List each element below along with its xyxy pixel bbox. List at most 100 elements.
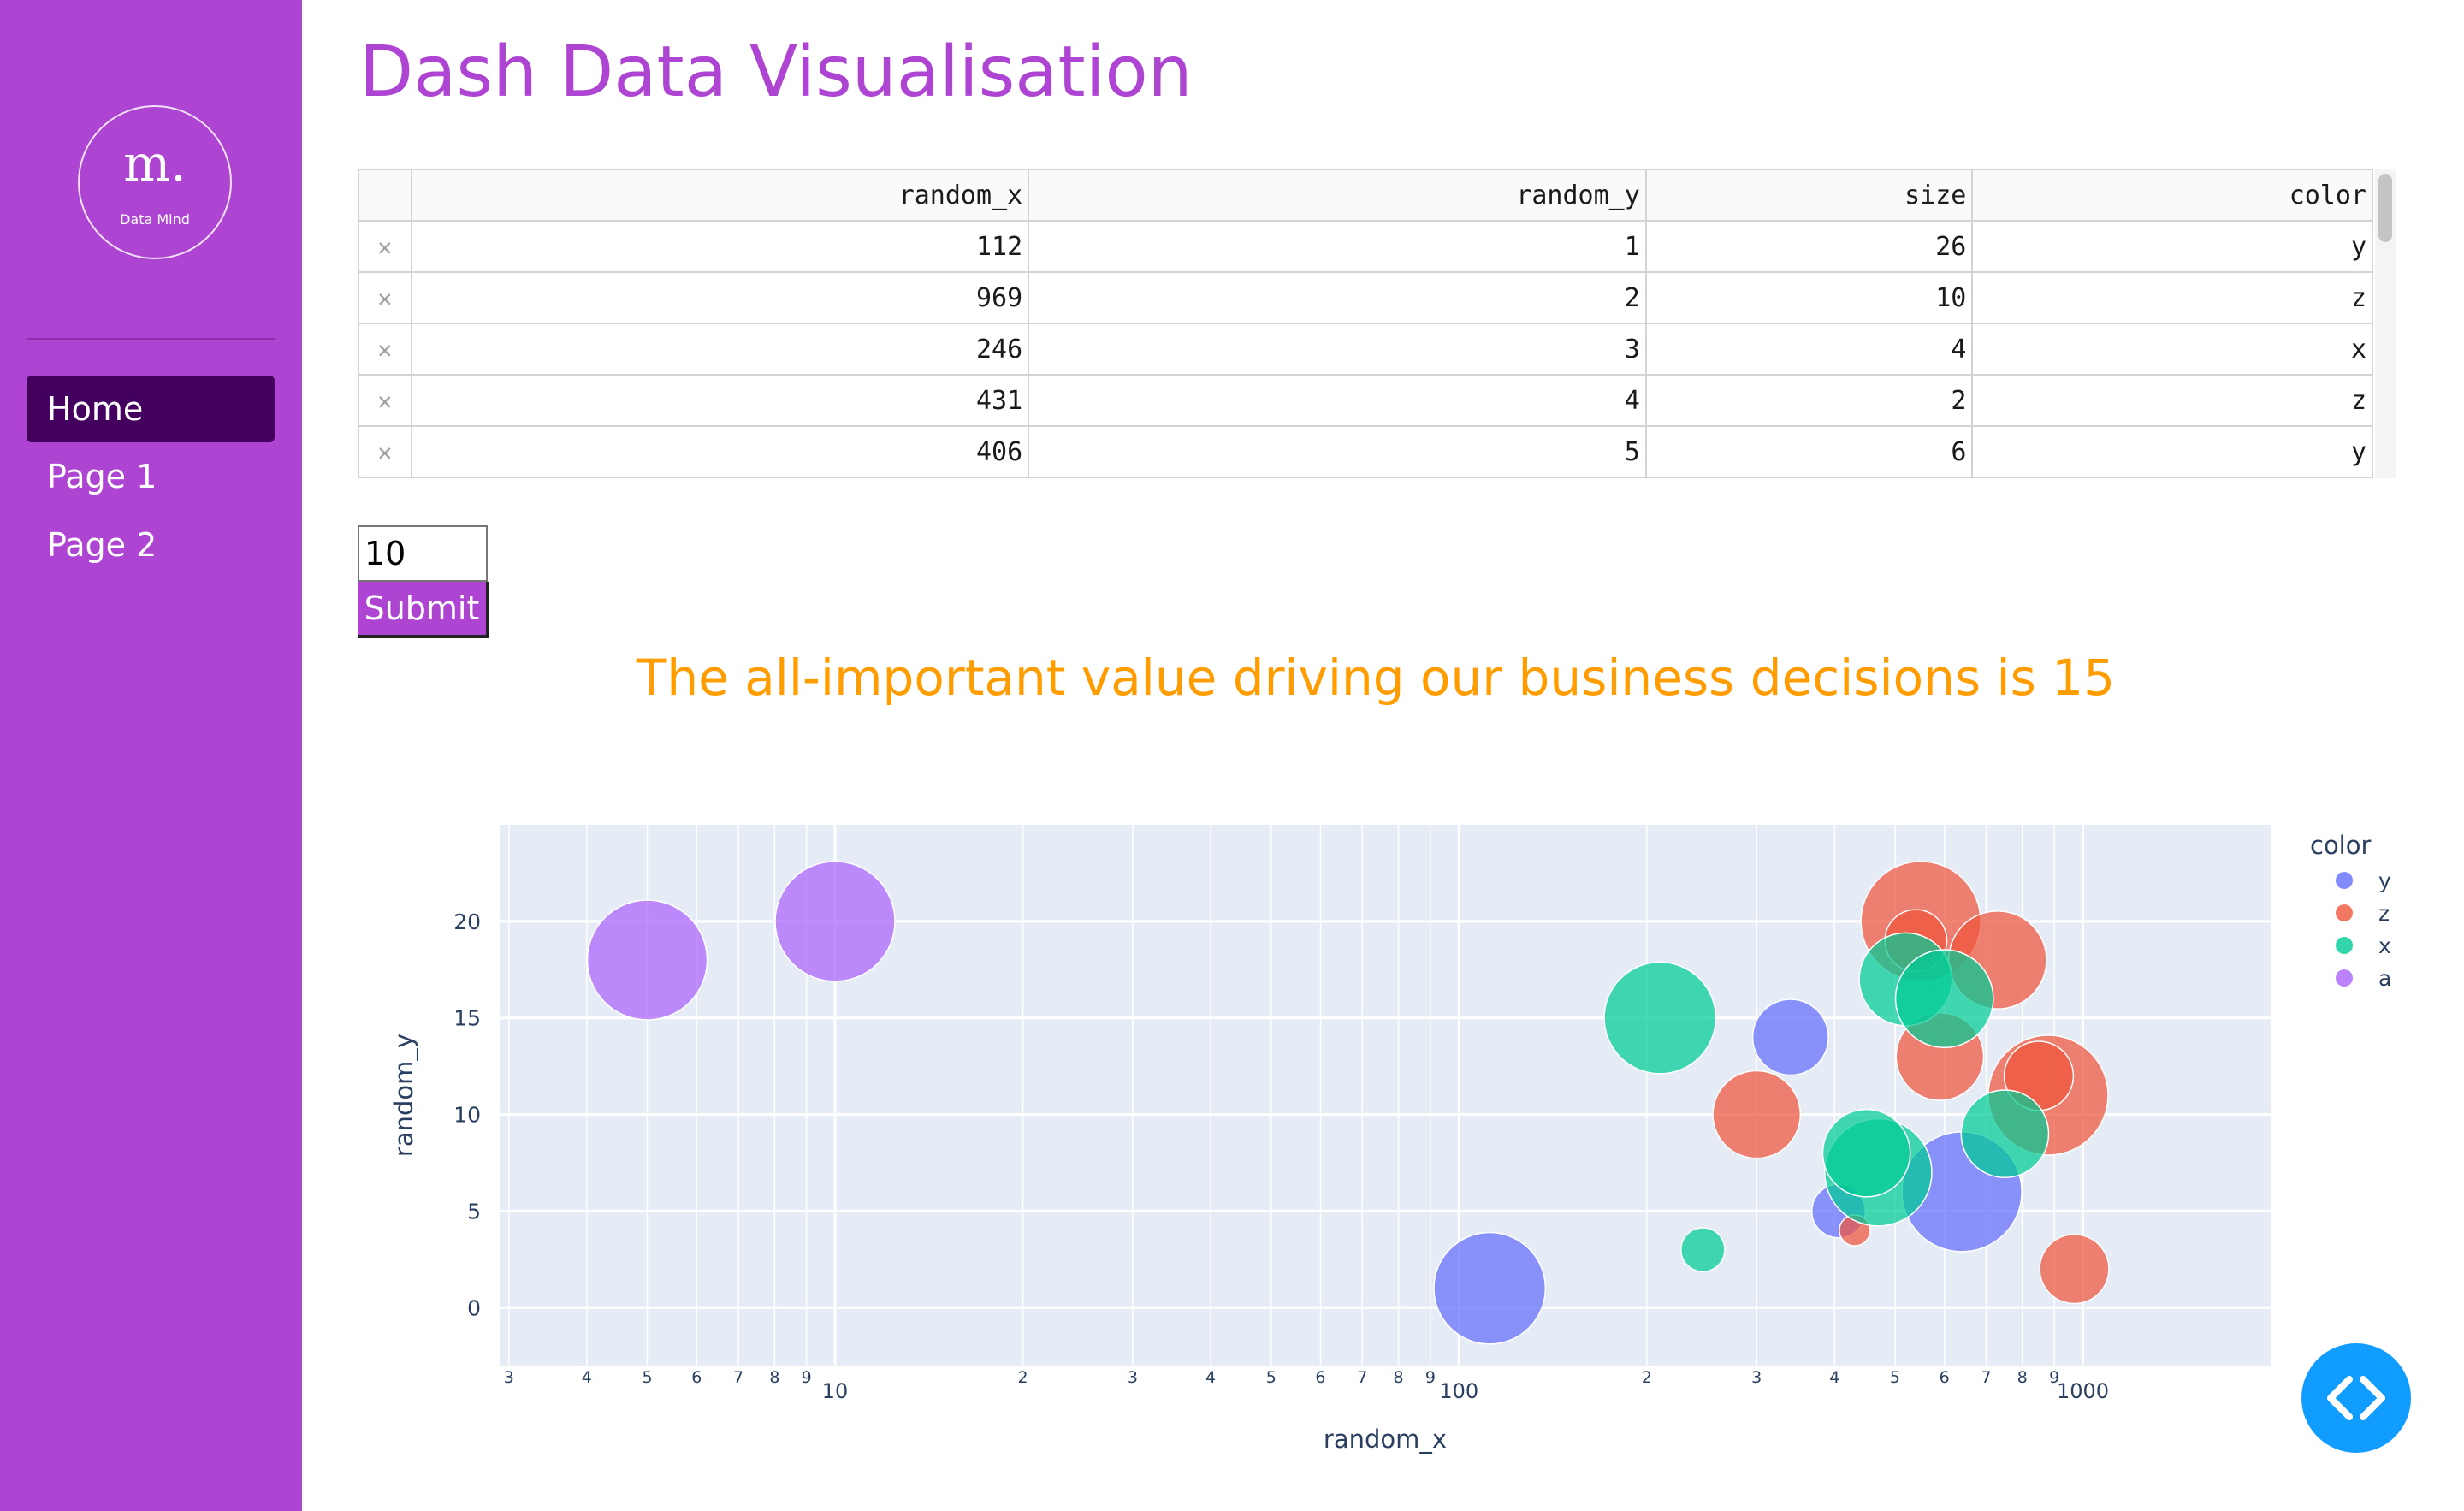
x-major-tick-label: 10: [822, 1379, 849, 1403]
y-tick-label: 5: [467, 1199, 481, 1224]
y-axis-title: random_y: [389, 1034, 418, 1157]
x-minor-tick-label: 3: [1128, 1368, 1138, 1387]
x-minor-tick-label: 4: [582, 1368, 592, 1387]
dev-tools-button[interactable]: [2301, 1343, 2411, 1453]
legend-marker: [2336, 872, 2353, 889]
column-header-random-y[interactable]: random_y: [1028, 169, 1647, 222]
bubble-point: [1603, 961, 1717, 1075]
legend-label: z: [2378, 901, 2390, 926]
table-cell[interactable]: 10: [1644, 271, 1974, 324]
x-minor-tick-label: 5: [1266, 1368, 1276, 1387]
delete-row-icon[interactable]: ✕: [358, 323, 412, 376]
x-minor-tick-label: 5: [642, 1368, 652, 1387]
logo-mark: m.: [123, 134, 187, 193]
bubble-point: [1751, 998, 1829, 1076]
column-header-size[interactable]: size: [1644, 169, 1974, 222]
nav-item-page-1[interactable]: Page 1: [27, 443, 275, 510]
x-major-tick-label: 100: [1439, 1379, 1478, 1403]
x-axis-title: random_x: [1324, 1425, 1447, 1454]
table-row: ✕ 406 5 6 y: [358, 425, 2373, 478]
table-row: ✕ 969 2 10 z: [358, 271, 2373, 324]
x-minor-tick-label: 9: [1425, 1368, 1436, 1387]
legend-label: x: [2378, 933, 2391, 958]
x-minor-tick-label: 4: [1829, 1368, 1839, 1387]
legend-marker: [2336, 969, 2353, 987]
sidebar: m. Data Mind Home Page 1 Page 2: [0, 0, 302, 1511]
table-cell[interactable]: 4: [1028, 374, 1647, 427]
y-tick-label: 0: [467, 1295, 481, 1320]
table-scroll-thumb[interactable]: [2378, 174, 2392, 242]
table-cell[interactable]: z: [1971, 374, 2373, 427]
table-cell[interactable]: 5: [1028, 425, 1647, 478]
data-table-grid: random_x random_y size color ✕ 112 1 26 …: [358, 169, 2373, 478]
bubble-point: [2039, 1233, 2110, 1305]
table-cell[interactable]: 246: [410, 323, 1030, 376]
table-cell[interactable]: 6: [1644, 425, 1974, 478]
x-minor-tick-label: 8: [2017, 1368, 2028, 1387]
x-minor-tick-label: 6: [1940, 1368, 1950, 1387]
column-header-random-x[interactable]: random_x: [410, 169, 1030, 222]
bubble-chart[interactable]: 051015203 4 5 6 7 8 9 2 3 4 5 6 7 8 9 2 3 4 5 6 7 8 910 100 1000…: [359, 753, 2438, 1463]
table-scrollbar[interactable]: [2375, 169, 2396, 478]
table-row: ✕ 112 1 26 y: [358, 220, 2373, 273]
table-cell[interactable]: 4: [1644, 323, 1974, 376]
delete-row-icon[interactable]: ✕: [358, 425, 412, 478]
bubble-point: [1712, 1070, 1802, 1159]
table-cell[interactable]: x: [1971, 323, 2373, 376]
table-cell[interactable]: y: [1971, 220, 2373, 273]
bubble-point: [1894, 949, 1994, 1049]
page-title: Dash Data Visualisation: [359, 32, 1193, 113]
bubble-point: [586, 899, 708, 1021]
x-minor-tick-label: 7: [1357, 1368, 1367, 1387]
x-minor-tick-label: 2: [1642, 1368, 1652, 1387]
table-cell[interactable]: 1: [1028, 220, 1647, 273]
submit-button[interactable]: Submit: [358, 582, 489, 638]
value-input[interactable]: [358, 525, 488, 582]
table-cell[interactable]: 2: [1644, 374, 1974, 427]
delete-row-icon[interactable]: ✕: [358, 220, 412, 273]
nav-item-home[interactable]: Home: [27, 376, 275, 442]
y-tick-label: 10: [453, 1103, 481, 1128]
table-cell[interactable]: z: [1971, 271, 2373, 324]
table-row: ✕ 246 3 4 x: [358, 323, 2373, 376]
table-cell[interactable]: 3: [1028, 323, 1647, 376]
code-brackets-icon: [2327, 1376, 2385, 1420]
x-minor-tick-label: 8: [769, 1368, 779, 1387]
x-minor-tick-label: 6: [691, 1368, 702, 1387]
y-tick-label: 15: [453, 1006, 481, 1031]
table-cell[interactable]: 2: [1028, 271, 1647, 324]
x-minor-tick-label: 6: [1315, 1368, 1325, 1387]
nav-item-page-2[interactable]: Page 2: [27, 512, 275, 578]
legend-marker: [2336, 904, 2353, 921]
x-minor-tick-label: 7: [1981, 1368, 1991, 1387]
legend-marker: [2336, 937, 2353, 954]
x-major-tick-label: 1000: [2057, 1379, 2109, 1403]
delete-row-icon[interactable]: ✕: [358, 374, 412, 427]
bubble-point: [1433, 1231, 1547, 1345]
x-minor-tick-label: 3: [1751, 1368, 1762, 1387]
bubble-point: [1821, 1108, 1911, 1198]
x-minor-tick-label: 7: [733, 1368, 743, 1387]
legend-title: color: [2310, 831, 2371, 860]
x-minor-tick-label: 9: [802, 1368, 812, 1387]
delete-row-icon[interactable]: ✕: [358, 271, 412, 324]
table-cell[interactable]: 406: [410, 425, 1030, 478]
x-minor-tick-label: 4: [1205, 1368, 1216, 1387]
bubble-point: [1960, 1089, 2050, 1179]
bubble-point: [1680, 1227, 1726, 1272]
data-table: random_x random_y size color ✕ 112 1 26 …: [358, 169, 2373, 478]
table-cell[interactable]: 431: [410, 374, 1030, 427]
logo[interactable]: m. Data Mind: [78, 105, 232, 259]
headline-text: The all-important value driving our busi…: [636, 649, 2116, 707]
sidebar-divider: [27, 338, 275, 340]
column-header-color[interactable]: color: [1971, 169, 2373, 222]
table-corner-cell: [358, 169, 412, 222]
legend-label: y: [2378, 868, 2391, 893]
logo-subtitle: Data Mind: [120, 211, 190, 228]
bubble-point: [774, 861, 896, 982]
table-cell[interactable]: 112: [410, 220, 1030, 273]
table-cell[interactable]: 26: [1644, 220, 1974, 273]
table-cell[interactable]: y: [1971, 425, 2373, 478]
table-cell[interactable]: 969: [410, 271, 1030, 324]
x-minor-tick-label: 2: [1018, 1368, 1028, 1387]
